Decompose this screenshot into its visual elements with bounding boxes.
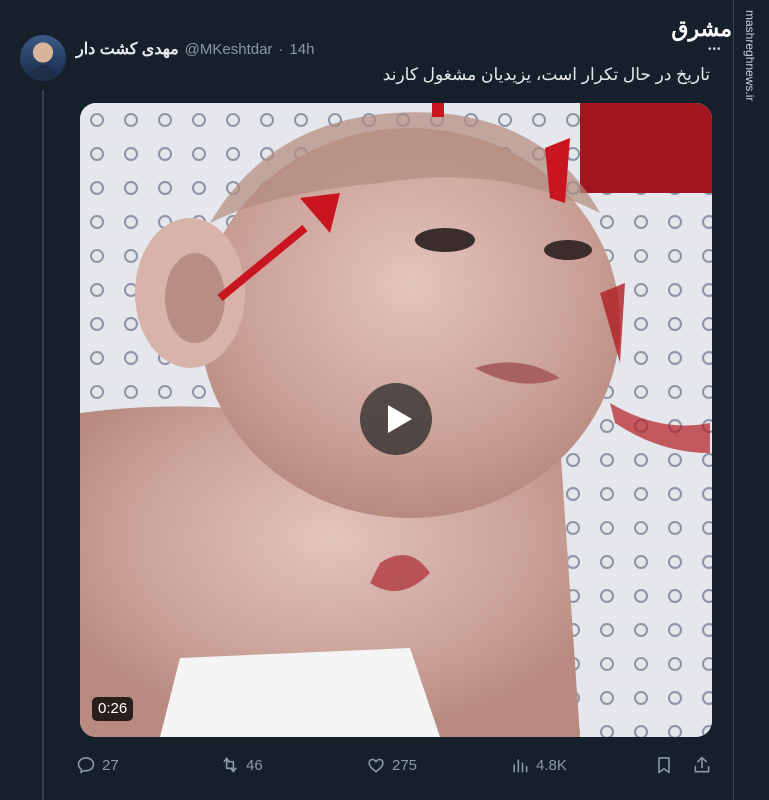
avatar[interactable] [20,35,66,81]
video-duration: 0:26 [92,697,134,721]
like-button[interactable]: 275 [366,748,417,782]
views-count: 4.8K [536,756,567,774]
share-button[interactable] [692,748,712,782]
retweet-icon [223,757,237,773]
video-player[interactable]: 0:26 [80,103,712,737]
heart-icon [368,758,384,773]
watermark-url: mashreghnews.ir [743,10,757,102]
column-divider [733,0,734,800]
separator-dot: · [278,40,284,58]
views-button[interactable]: 4.8K [510,748,567,782]
thread-line [42,90,44,800]
timestamp[interactable]: 14h [289,41,314,58]
tweet-actions: 27 46 275 4.8K [76,748,716,782]
views-icon [513,759,528,773]
watermark-logo: مشرق [671,16,732,41]
user-handle[interactable]: @MKeshtdar [185,41,273,58]
reply-button[interactable]: 27 [76,748,119,782]
retweet-button[interactable]: 46 [220,748,263,782]
like-count: 275 [392,756,418,774]
play-button[interactable] [360,383,432,455]
tweet-text: تاریخ در حال تکرار است، یزیدیان مشغول کا… [382,65,710,84]
share-icon [694,756,710,773]
bookmark-button[interactable] [654,748,674,782]
bookmark-icon [658,757,670,774]
reply-count: 27 [102,756,119,774]
retweet-count: 46 [246,756,263,774]
play-icon [388,405,412,433]
tweet-header: مهدی کشت دار @MKeshtdar · 14h [76,38,314,60]
display-name[interactable]: مهدی کشت دار [76,39,179,59]
reply-icon [77,757,95,774]
watermark-dots: ••• [708,44,722,55]
